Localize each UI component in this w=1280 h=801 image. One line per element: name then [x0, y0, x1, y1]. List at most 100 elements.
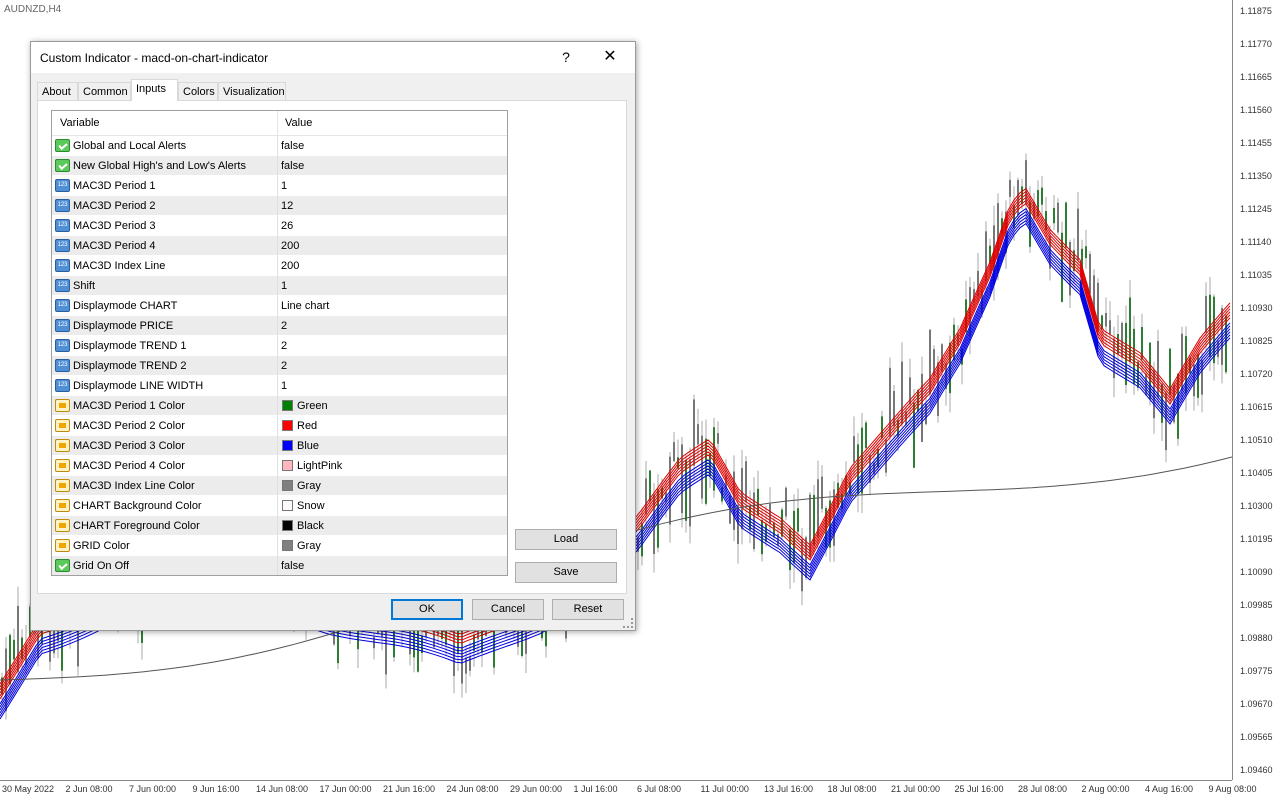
input-value[interactable]: false — [281, 140, 304, 152]
input-value[interactable]: 1 — [281, 380, 287, 392]
input-value[interactable]: 1 — [281, 280, 287, 292]
ok-button[interactable]: OK — [391, 599, 463, 620]
input-variable-name: Shift — [73, 280, 96, 292]
input-row[interactable]: 123 Displaymode CHART Line chart — [52, 296, 507, 316]
input-row[interactable]: 123 MAC3D Period 4 200 — [52, 236, 507, 256]
input-variable-name: MAC3D Period 2 — [73, 200, 156, 212]
input-row[interactable]: 123 Shift 1 — [52, 276, 507, 296]
color-swatch[interactable] — [282, 500, 293, 511]
price-tick-label: 1.11875 — [1240, 6, 1272, 16]
input-row[interactable]: 123 Displaymode PRICE 2 — [52, 316, 507, 336]
number-type-icon: 123 — [55, 359, 70, 372]
input-row[interactable]: 123 MAC3D Period 2 12 — [52, 196, 507, 216]
reset-button[interactable]: Reset — [552, 599, 624, 620]
resize-grip[interactable] — [623, 618, 633, 628]
date-tick-label: 13 Jul 16:00 — [764, 784, 814, 794]
input-row[interactable]: 123 Displaymode TREND 1 2 — [52, 336, 507, 356]
number-type-icon: 123 — [55, 179, 70, 192]
color-swatch[interactable] — [282, 400, 293, 411]
price-axis[interactable] — [1232, 0, 1280, 780]
input-row[interactable]: MAC3D Index Line Color Gray — [52, 476, 507, 496]
input-row[interactable]: 123 MAC3D Period 1 1 — [52, 176, 507, 196]
price-tick-label: 1.10405 — [1240, 468, 1273, 478]
color-swatch[interactable] — [282, 540, 293, 551]
inputs-panel: Variable Value Global and Local Alerts fa… — [37, 100, 627, 594]
color-type-icon — [55, 479, 70, 492]
close-button[interactable]: ✕ — [597, 46, 623, 68]
input-variable-name: CHART Foreground Color — [73, 520, 200, 532]
input-value[interactable]: Black — [297, 520, 324, 532]
input-value[interactable]: Line chart — [281, 300, 329, 312]
color-type-icon — [55, 499, 70, 512]
date-tick-label: 29 Jun 00:00 — [510, 784, 563, 794]
input-value[interactable]: Gray — [297, 540, 321, 552]
date-tick-label: 30 May 2022 — [2, 784, 55, 794]
tab-inputs[interactable]: Inputs — [131, 79, 178, 101]
input-value[interactable]: 2 — [281, 360, 287, 372]
color-swatch[interactable] — [282, 440, 293, 451]
color-swatch[interactable] — [282, 520, 293, 531]
tab-visualization[interactable]: Visualization — [218, 82, 286, 100]
date-tick-label: 21 Jul 00:00 — [891, 784, 941, 794]
color-swatch[interactable] — [282, 460, 293, 471]
date-tick-label: 17 Jun 00:00 — [319, 784, 372, 794]
number-type-icon: 123 — [55, 219, 70, 232]
price-tick-label: 1.11665 — [1240, 72, 1272, 82]
save-button[interactable]: Save — [515, 562, 617, 583]
input-value[interactable]: 26 — [281, 220, 293, 232]
input-variable-name: MAC3D Period 1 — [73, 180, 156, 192]
column-header-variable[interactable]: Variable — [60, 117, 100, 129]
input-row[interactable]: Global and Local Alerts false — [52, 136, 507, 156]
input-row[interactable]: GRID Color Gray — [52, 536, 507, 556]
input-row[interactable]: MAC3D Period 2 Color Red — [52, 416, 507, 436]
input-value[interactable]: false — [281, 560, 304, 572]
input-row[interactable]: CHART Background Color Snow — [52, 496, 507, 516]
input-row[interactable]: 123 MAC3D Period 3 26 — [52, 216, 507, 236]
input-row[interactable]: MAC3D Period 4 Color LightPink — [52, 456, 507, 476]
color-swatch[interactable] — [282, 420, 293, 431]
column-header-value[interactable]: Value — [285, 117, 312, 129]
input-value[interactable]: Gray — [297, 480, 321, 492]
input-row[interactable]: CHART Foreground Color Black — [52, 516, 507, 536]
price-tick-label: 1.11350 — [1240, 171, 1272, 181]
date-tick-label: 14 Jun 08:00 — [256, 784, 309, 794]
price-tick-label: 1.10195 — [1240, 534, 1273, 544]
color-swatch[interactable] — [282, 480, 293, 491]
input-value[interactable]: 12 — [281, 200, 293, 212]
input-value[interactable]: 200 — [281, 260, 299, 272]
input-value[interactable]: Blue — [297, 440, 319, 452]
input-row[interactable]: 123 MAC3D Index Line 200 — [52, 256, 507, 276]
tab-common[interactable]: Common — [78, 82, 131, 100]
input-value[interactable]: Red — [297, 420, 317, 432]
input-variable-name: Displaymode TREND 2 — [73, 360, 187, 372]
tab-about[interactable]: About — [37, 82, 78, 100]
input-value[interactable]: 1 — [281, 180, 287, 192]
date-tick-label: 2 Jun 08:00 — [65, 784, 113, 794]
price-tick-label: 1.11560 — [1240, 105, 1272, 115]
input-row[interactable]: MAC3D Period 1 Color Green — [52, 396, 507, 416]
input-row[interactable]: MAC3D Period 3 Color Blue — [52, 436, 507, 456]
input-value[interactable]: 200 — [281, 240, 299, 252]
dialog-titlebar[interactable]: Custom Indicator - macd-on-chart-indicat… — [31, 42, 635, 73]
load-button[interactable]: Load — [515, 529, 617, 550]
input-value[interactable]: LightPink — [297, 460, 342, 472]
input-row[interactable]: 123 Displaymode TREND 2 2 — [52, 356, 507, 376]
input-row[interactable]: 123 Displaymode LINE WIDTH 1 — [52, 376, 507, 396]
input-value[interactable]: Green — [297, 400, 328, 412]
cancel-button[interactable]: Cancel — [472, 599, 544, 620]
input-row[interactable]: Grid On Off false — [52, 556, 507, 575]
input-variable-name: Displaymode TREND 1 — [73, 340, 187, 352]
input-value[interactable]: 2 — [281, 340, 287, 352]
tab-colors[interactable]: Colors — [178, 82, 218, 100]
custom-indicator-dialog: Custom Indicator - macd-on-chart-indicat… — [30, 41, 636, 631]
input-value[interactable]: 2 — [281, 320, 287, 332]
date-tick-label: 9 Aug 08:00 — [1208, 784, 1257, 794]
input-variable-name: MAC3D Period 2 Color — [73, 420, 185, 432]
input-variable-name: MAC3D Period 1 Color — [73, 400, 185, 412]
price-tick-label: 1.10510 — [1240, 435, 1273, 445]
input-value[interactable]: Snow — [297, 500, 325, 512]
input-row[interactable]: New Global High's and Low's Alerts false — [52, 156, 507, 176]
input-value[interactable]: false — [281, 160, 304, 172]
help-button[interactable]: ? — [555, 46, 577, 68]
number-type-icon: 123 — [55, 199, 70, 212]
